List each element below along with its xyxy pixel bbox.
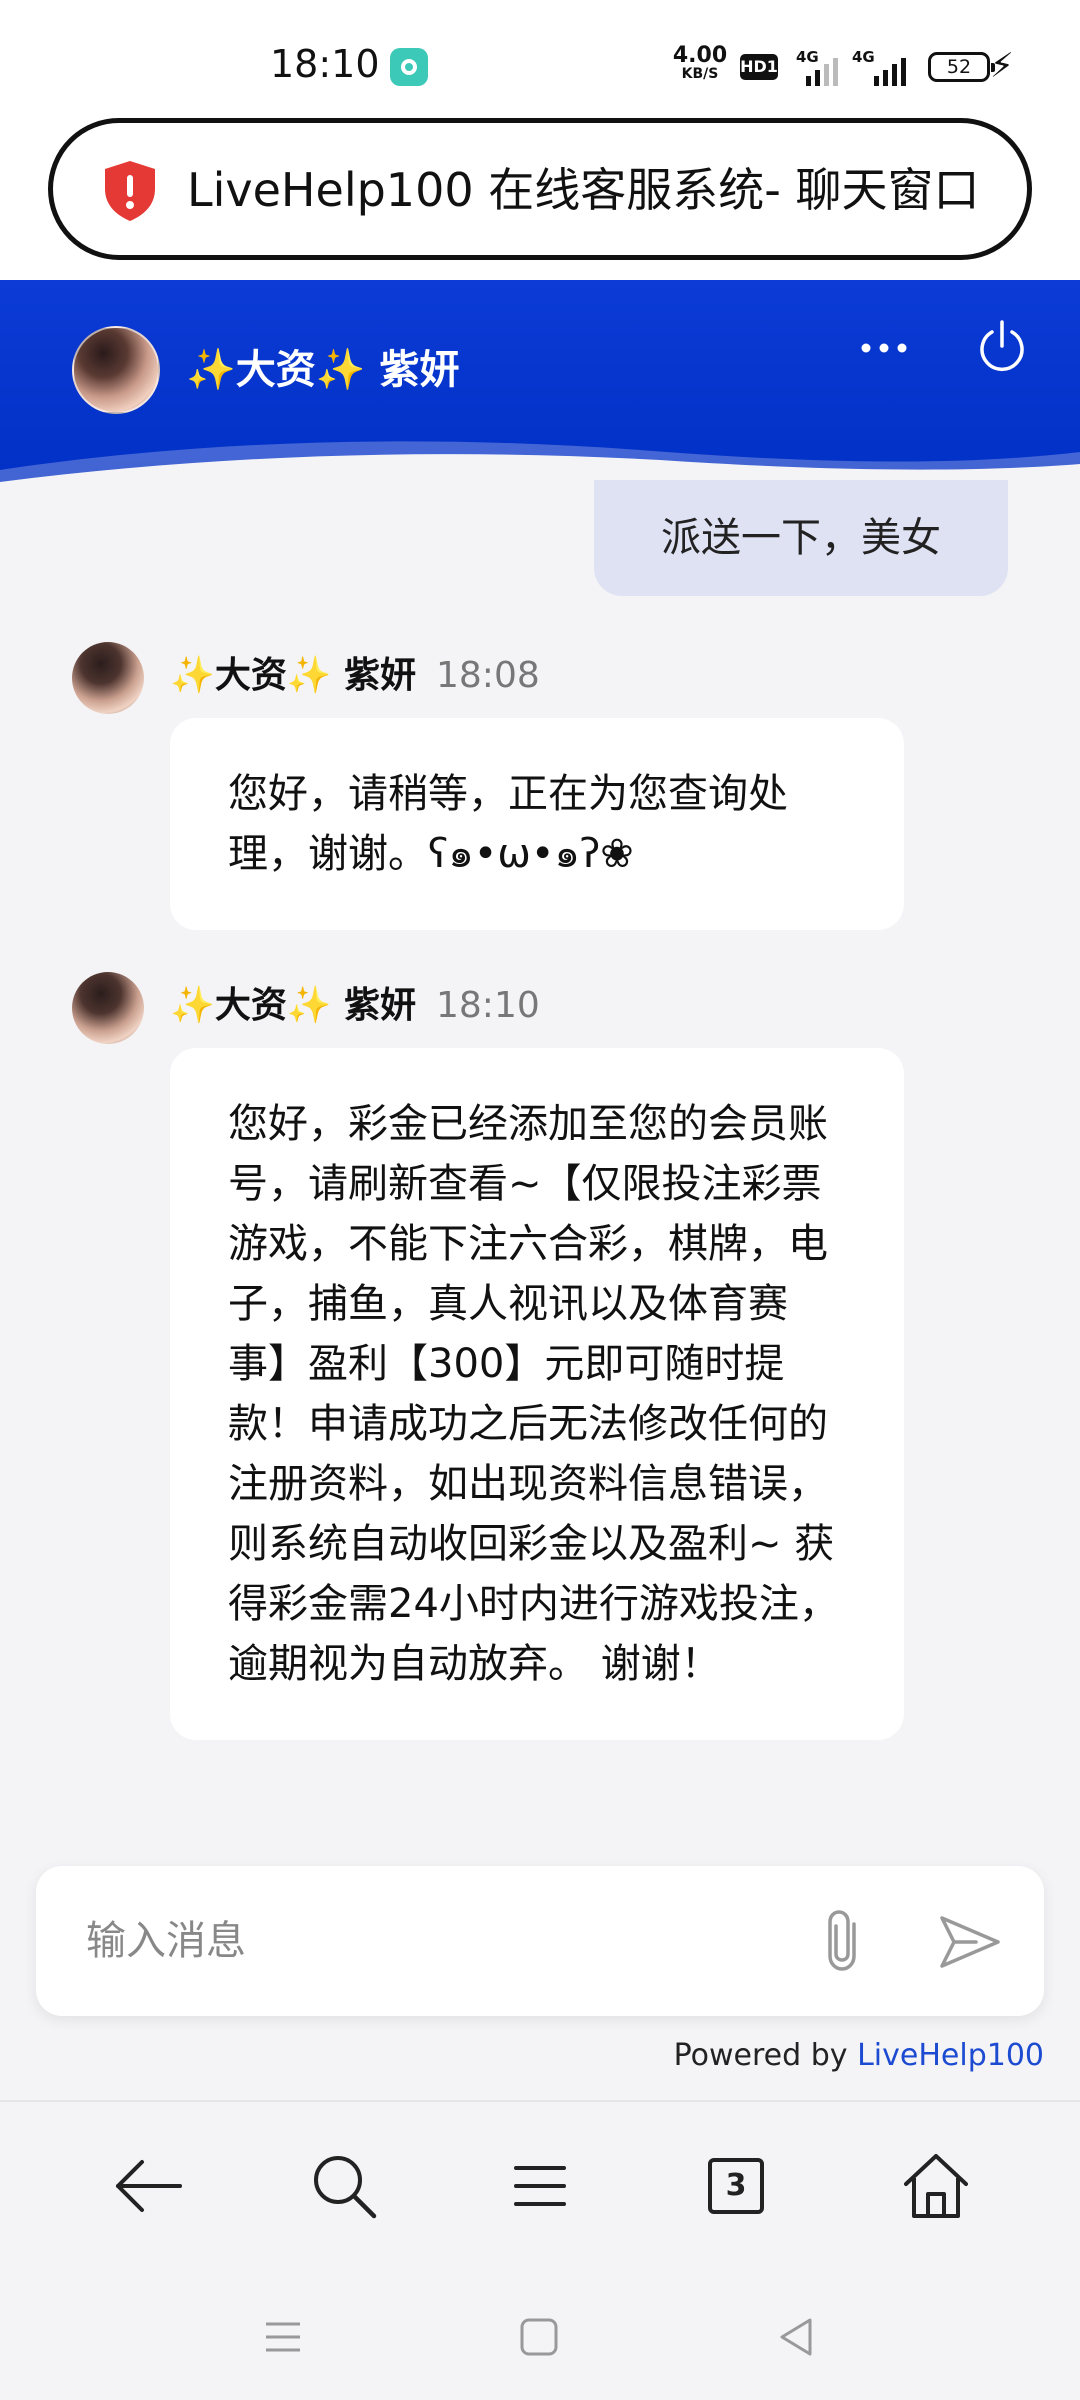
status-bar: 18:10 4.00 KB/S HD1 4G 4G 52 ⚡ (0, 0, 1080, 118)
page-title[interactable]: LiveHelp100 在线客服系统- 聊天窗口 (187, 159, 979, 221)
address-bar[interactable]: LiveHelp100 在线客服系统- 聊天窗口 (48, 118, 1032, 260)
battery-icon: 52 (928, 52, 995, 82)
network-speed: 4.00 KB/S (672, 43, 728, 83)
home-square-icon[interactable] (514, 2312, 564, 2362)
more-options-icon[interactable] (858, 328, 910, 368)
back-icon[interactable] (108, 2146, 188, 2226)
hd-voice-icon: HD1 (740, 54, 778, 80)
app-notification-icon (390, 48, 428, 86)
back-triangle-icon[interactable] (772, 2312, 822, 2362)
message-avatar (72, 972, 144, 1044)
sim1-signal-icon: 4G (796, 48, 838, 86)
home-icon[interactable] (896, 2146, 976, 2226)
send-icon[interactable] (936, 1912, 1004, 1972)
agent-avatar (72, 326, 160, 414)
power-icon[interactable] (976, 318, 1028, 374)
message-bubble: 您好，请稍等，正在为您查询处理，谢谢。ʕ๑•ω•๑ʔ❀ (170, 718, 904, 930)
menu-icon[interactable] (500, 2146, 580, 2226)
attachment-icon[interactable] (816, 1906, 876, 1976)
message-time: 18:10 (436, 985, 540, 1026)
system-navigation-bar (0, 2270, 1080, 2400)
powered-by-label: Powered by (673, 2038, 848, 2073)
status-time: 18:10 (270, 42, 380, 86)
message-sender: ✨大资✨ 紫妍 (170, 985, 417, 1026)
message-time: 18:08 (436, 655, 540, 696)
page: 18:10 4.00 KB/S HD1 4G 4G 52 ⚡ LiveHelp1… (0, 0, 1080, 2400)
message-sender: ✨大资✨ 紫妍 (170, 655, 417, 696)
chat-messages[interactable]: 派送一下，美女 ✨大资✨ 紫妍 18:08 您好，请稍等，正在为您查询处理，谢谢… (0, 480, 1080, 2102)
tabs-count: 3 (708, 2158, 764, 2214)
sim2-signal-icon: 4G (852, 48, 912, 86)
network-speed-value: 4.00 (672, 43, 728, 68)
message-composer (36, 1866, 1044, 2016)
powered-by: Powered by LiveHelp100 (674, 2038, 1044, 2073)
powered-by-link[interactable]: LiveHelp100 (857, 2038, 1044, 2073)
recents-icon[interactable] (258, 2312, 308, 2362)
chat-header: ✨大资✨ 紫妍 (0, 280, 1080, 490)
agent-name: ✨大资✨ 紫妍 (186, 347, 460, 393)
network-speed-unit: KB/S (681, 66, 719, 82)
security-warning-icon[interactable] (101, 159, 159, 223)
browser-toolbar: 3 (0, 2100, 1080, 2270)
message-avatar (72, 642, 144, 714)
sim2-network-type: 4G (852, 48, 875, 66)
message-bubble: 您好，彩金已经添加至您的会员账号，请刷新查看~【仅限投注彩票游戏，不能下注六合彩… (170, 1048, 904, 1740)
tabs-icon[interactable]: 3 (696, 2146, 776, 2226)
charging-icon: ⚡ (990, 46, 1014, 86)
search-icon[interactable] (304, 2146, 384, 2226)
outgoing-message: 派送一下，美女 (594, 480, 1008, 596)
message-input[interactable] (86, 1906, 786, 1976)
